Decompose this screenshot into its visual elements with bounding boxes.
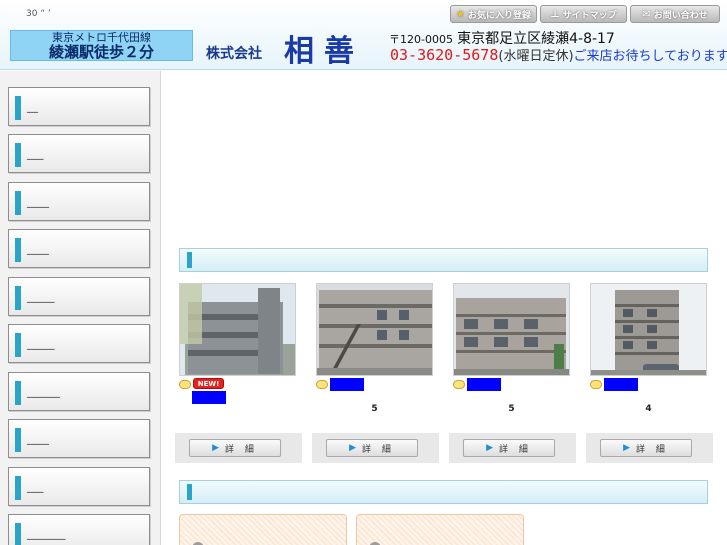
sidebar-item-6[interactable]: _____	[8, 324, 150, 363]
nav-accent-bar	[15, 238, 21, 262]
sidebar-item-10[interactable]: _______	[8, 514, 150, 545]
nav-accent-bar	[15, 143, 21, 167]
building-photo[interactable]	[316, 283, 433, 376]
sidebar-item-9[interactable]: ___	[8, 467, 150, 506]
sidebar-item-8[interactable]: ____	[8, 419, 150, 458]
listing-count: 4	[645, 404, 652, 414]
favorite-button-label: お気に入り登録	[467, 10, 531, 21]
phone-line: 03-3620-5678(水曜日定休)ご来店お待ちしております	[390, 45, 727, 64]
nav-accent-bar	[15, 476, 21, 500]
listing-count: 5	[508, 404, 515, 414]
sidebar-item-2[interactable]: ___	[8, 134, 150, 173]
listing-card: 4 ▶ 詳 細	[586, 283, 713, 463]
play-arrow-icon: ▶	[212, 443, 220, 453]
nav-accent-bar	[15, 96, 21, 120]
sidebar-item-label: ___	[27, 480, 44, 493]
play-arrow-icon: ▶	[486, 443, 494, 453]
nav-accent-bar	[15, 286, 21, 310]
listing-title-block[interactable]	[192, 391, 226, 404]
detail-button-area: ▶ 詳 細	[586, 433, 713, 463]
sidebar-item-1[interactable]: __	[8, 87, 150, 126]
comment-bubble-icon	[453, 380, 465, 389]
detail-button[interactable]: ▶ 詳 細	[600, 439, 692, 457]
detail-button-area: ▶ 詳 細	[312, 433, 439, 463]
header-tiny-text: 30 “ ’	[26, 9, 51, 19]
comment-bubble-icon	[316, 380, 328, 389]
station-walk-text: 綾瀬駅徒歩２分	[48, 43, 154, 61]
building-photo[interactable]	[453, 283, 570, 376]
sidebar-item-label: ___	[27, 147, 44, 160]
holiday-note: (水曜日定休)	[498, 49, 574, 64]
detail-button-area: ▶ 詳 細	[175, 433, 302, 463]
sidebar-nav: __ ___ ____ ____ _____ _____ ______ ____…	[0, 71, 161, 545]
nav-accent-bar	[15, 333, 21, 357]
building-photo[interactable]	[590, 283, 707, 376]
comment-bubble-icon	[590, 380, 602, 389]
comment-bubble-icon	[179, 380, 191, 389]
listing-count: 5	[371, 404, 378, 414]
sidebar-item-label: ____	[27, 195, 49, 208]
detail-button-area: ▶ 詳 細	[449, 433, 576, 463]
info-box[interactable]	[179, 514, 347, 545]
detail-button-label: 詳 細	[225, 444, 258, 455]
sidebar-item-7[interactable]: ______	[8, 372, 150, 411]
sidebar-item-label: _____	[27, 337, 55, 350]
building-photo[interactable]	[179, 283, 296, 376]
sidebar-item-4[interactable]: ____	[8, 229, 150, 268]
page: { "header": { "tiny_text": "30 \u201c \u…	[0, 0, 727, 545]
sidebar-item-label: __	[27, 100, 38, 113]
sitemap-button-label: サイトマップ	[562, 10, 617, 21]
envelope-icon: ✉	[642, 8, 651, 20]
contact-button-label: お問い合わせ	[653, 10, 708, 21]
sidebar-item-label: _______	[27, 527, 66, 540]
sitemap-button[interactable]: ⊥ サイトマップ	[540, 5, 627, 23]
sidebar-item-5[interactable]: _____	[8, 277, 150, 316]
info-box[interactable]	[356, 514, 524, 545]
play-arrow-icon: ▶	[349, 443, 357, 453]
sidebar-item-label: _____	[27, 290, 55, 303]
detail-button[interactable]: ▶ 詳 細	[326, 439, 418, 457]
site-header: 30 “ ’ 東京メトロ千代田線 綾瀬駅徒歩２分 株式会社 相善 〒120-00…	[0, 0, 727, 70]
listing-title-block[interactable]	[467, 378, 501, 391]
listing-card: NEW! ▶ 詳 細	[175, 283, 302, 463]
nav-accent-bar	[15, 191, 21, 215]
nav-accent-bar	[15, 523, 21, 545]
section-header-listings	[179, 248, 708, 272]
listing-title-block[interactable]	[604, 378, 638, 391]
sidebar-item-label: ____	[27, 432, 49, 445]
listing-title-block[interactable]	[330, 378, 364, 391]
new-badge: NEW!	[193, 378, 224, 389]
sidebar-item-label: ____	[27, 242, 49, 255]
section-accent-bar	[187, 484, 192, 500]
star-icon: ★	[456, 8, 465, 20]
welcome-text: ご来店お待ちしております	[573, 49, 727, 64]
main-content: NEW! ▶ 詳 細 5 ▶ 詳 細 5 ▶ 詳 細 4 ▶ 詳 細	[162, 71, 727, 545]
sidebar-item-label: ______	[27, 385, 60, 398]
contact-button[interactable]: ✉ お問い合わせ	[630, 5, 720, 23]
nav-accent-bar	[15, 428, 21, 452]
company-prefix: 株式会社	[206, 46, 262, 62]
play-arrow-icon: ▶	[623, 443, 631, 453]
detail-button[interactable]: ▶ 詳 細	[189, 439, 281, 457]
nav-accent-bar	[15, 381, 21, 405]
station-access-box: 東京メトロ千代田線 綾瀬駅徒歩２分	[10, 30, 193, 61]
sidebar-item-3[interactable]: ____	[8, 182, 150, 221]
favorite-button[interactable]: ★ お気に入り登録	[450, 5, 537, 23]
sitemap-icon: ⊥	[550, 8, 560, 20]
section-accent-bar	[187, 252, 192, 268]
detail-button-label: 詳 細	[362, 444, 395, 455]
listing-card: 5 ▶ 詳 細	[449, 283, 576, 463]
detail-button-label: 詳 細	[636, 444, 669, 455]
phone-number[interactable]: 03-3620-5678	[390, 46, 498, 64]
listing-card: 5 ▶ 詳 細	[312, 283, 439, 463]
detail-button-label: 詳 細	[499, 444, 532, 455]
company-name-logo[interactable]: 相善	[284, 26, 364, 70]
section-header-secondary	[179, 480, 708, 504]
detail-button[interactable]: ▶ 詳 細	[463, 439, 555, 457]
